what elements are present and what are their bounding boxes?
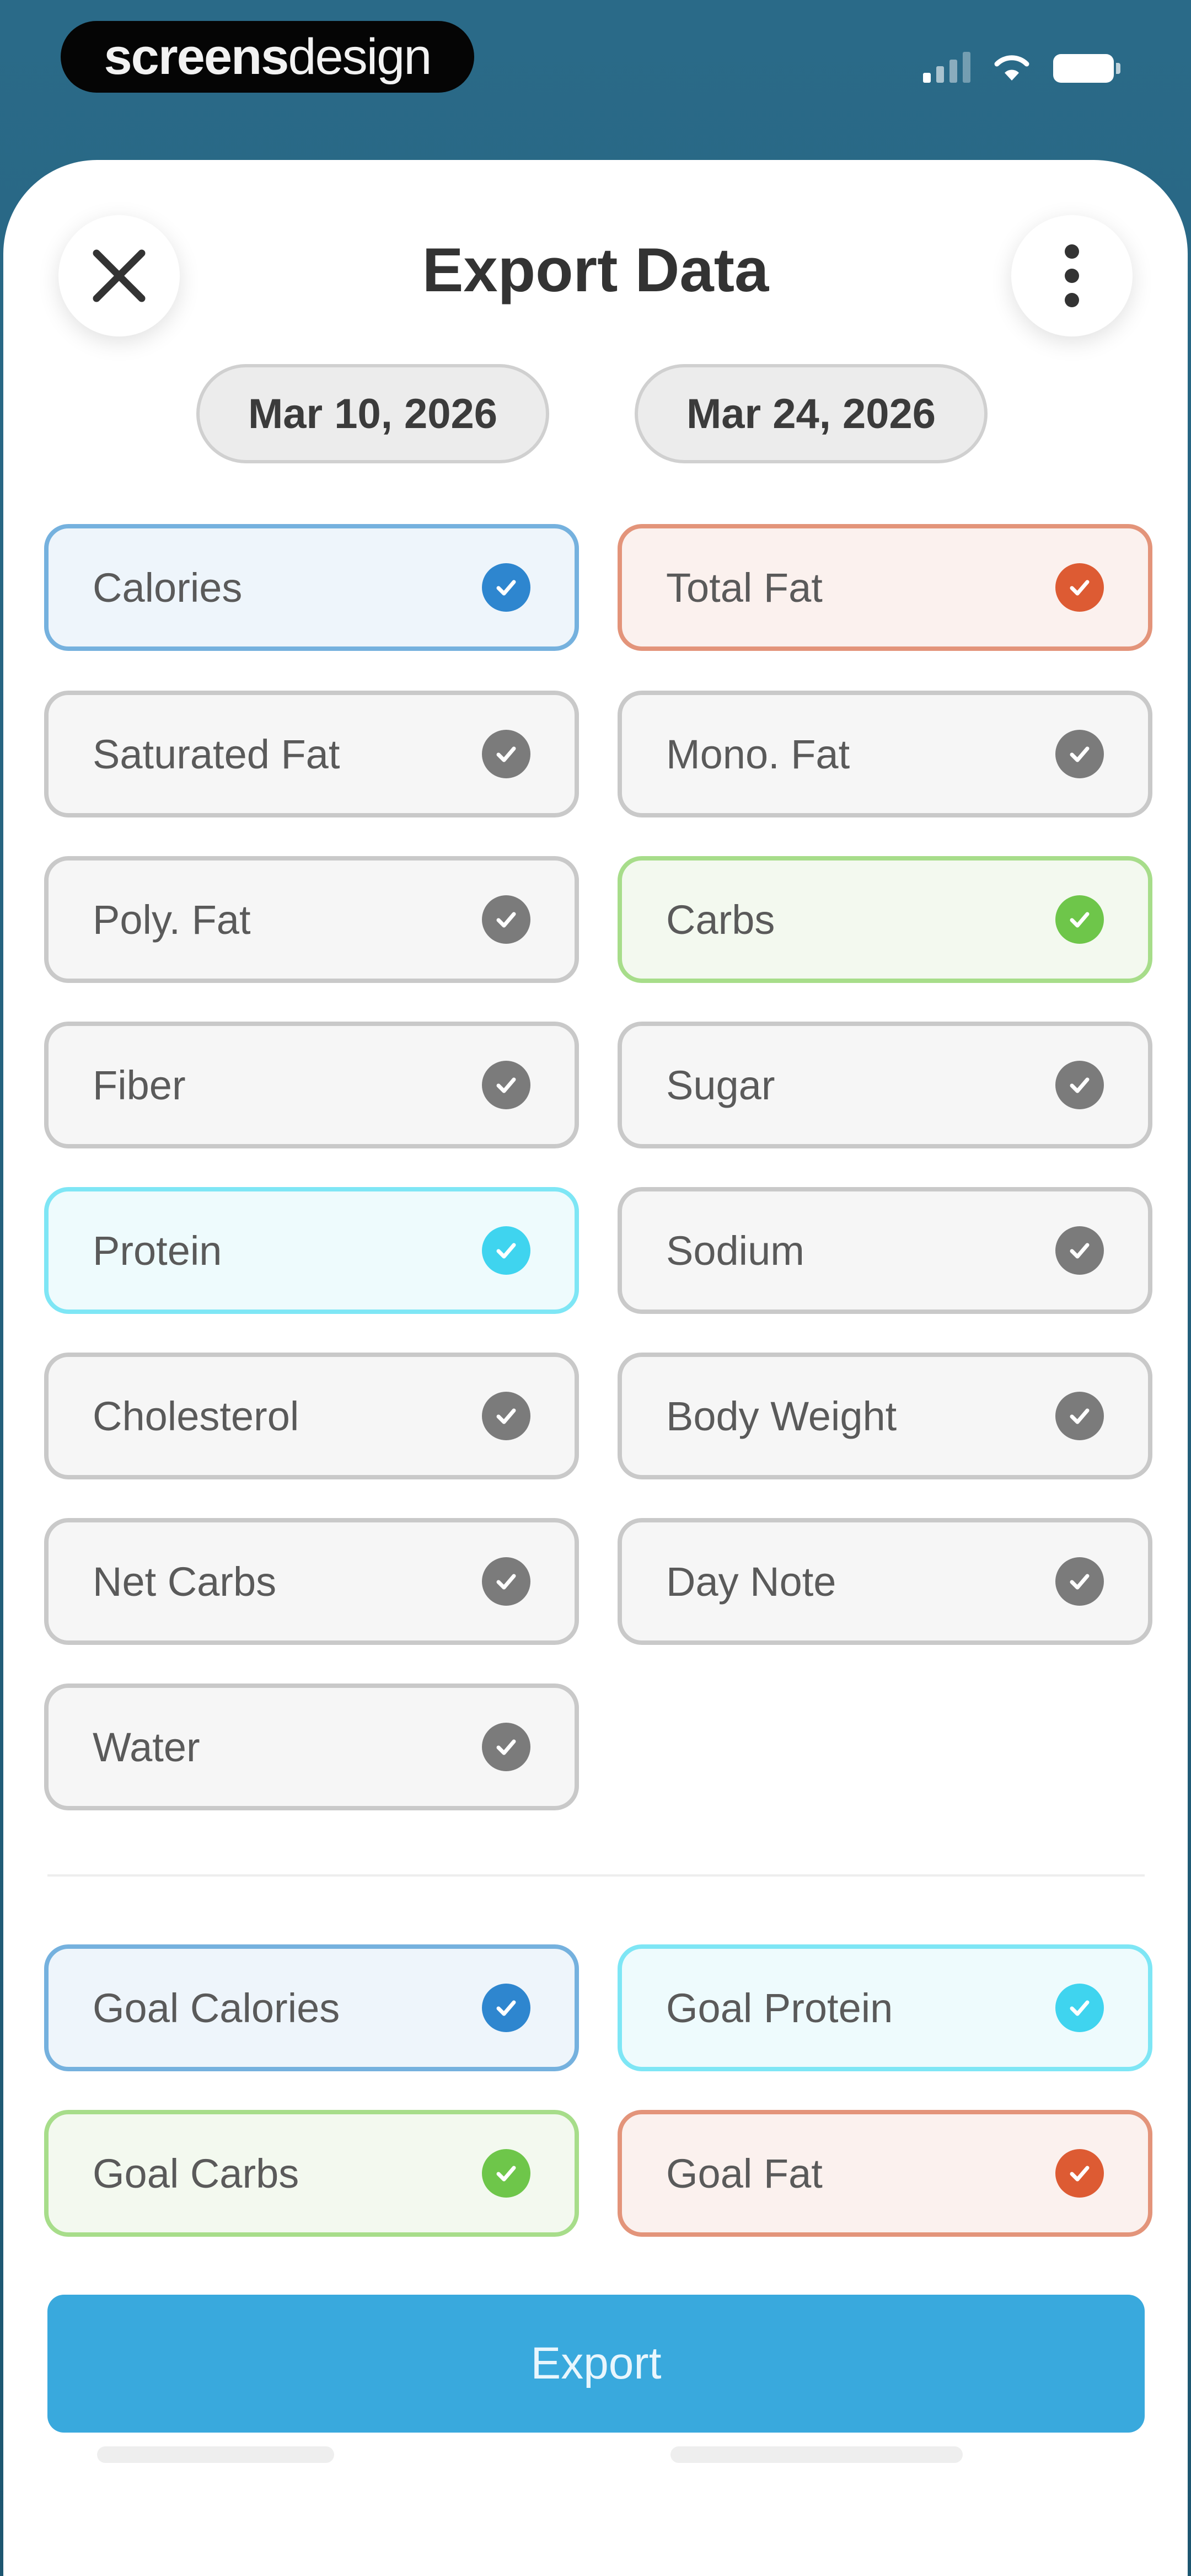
checkmark-icon (1055, 895, 1104, 944)
metric-label: Day Note (666, 1558, 836, 1605)
metric-label: Sodium (666, 1227, 804, 1274)
metric-label: Cholesterol (93, 1393, 299, 1439)
metric-toggle-body-weight[interactable]: Body Weight (618, 1353, 1152, 1479)
metric-label: Total Fat (666, 564, 823, 611)
export-sheet: Export Data Mar 10, 2026 Mar 24, 2026 Ca… (3, 160, 1188, 2576)
scroll-overflow-hint (3, 2435, 1188, 2479)
checkmark-icon (482, 1557, 530, 1606)
checkmark-icon (1055, 1061, 1104, 1109)
metric-label: Saturated Fat (93, 731, 340, 777)
metric-label: Poly. Fat (93, 896, 251, 943)
metric-toggle-protein[interactable]: Protein (44, 1187, 579, 1314)
checkmark-icon (1055, 563, 1104, 612)
goal-toggle-protein[interactable]: Goal Protein (618, 1944, 1152, 2071)
metric-toggle-saturated-fat[interactable]: Saturated Fat (44, 691, 579, 817)
metric-toggle-water[interactable]: Water (44, 1684, 579, 1810)
checkmark-icon (482, 1392, 530, 1440)
metric-toggle-total-fat[interactable]: Total Fat (618, 524, 1152, 651)
metric-label: Sugar (666, 1062, 775, 1108)
goal-label: Goal Calories (93, 1985, 340, 2031)
checkmark-icon (1055, 730, 1104, 778)
checkmark-icon (482, 1226, 530, 1275)
end-date-picker[interactable]: Mar 24, 2026 (635, 364, 988, 463)
checkmark-icon (482, 730, 530, 778)
status-bar: screens design (0, 0, 1191, 143)
more-options-button[interactable] (1011, 215, 1133, 336)
checkmark-icon (482, 563, 530, 612)
metric-toggle-net-carbs[interactable]: Net Carbs (44, 1518, 579, 1645)
export-button[interactable]: Export (47, 2295, 1145, 2433)
goal-label: Goal Carbs (93, 2150, 299, 2196)
metric-toggle-carbs[interactable]: Carbs (618, 856, 1152, 983)
checkmark-icon (482, 1984, 530, 2032)
status-icons (923, 51, 1120, 83)
checkmark-icon (482, 1723, 530, 1771)
metric-label: Fiber (93, 1062, 186, 1108)
checkmark-icon (482, 895, 530, 944)
metric-toggle-poly-fat[interactable]: Poly. Fat (44, 856, 579, 983)
metric-label: Water (93, 1724, 200, 1770)
metric-label: Carbs (666, 896, 775, 943)
metric-toggle-cholesterol[interactable]: Cholesterol (44, 1353, 579, 1479)
checkmark-icon (1055, 2149, 1104, 2198)
start-date-picker[interactable]: Mar 10, 2026 (196, 364, 549, 463)
metric-toggle-mono-fat[interactable]: Mono. Fat (618, 691, 1152, 817)
goal-label: Goal Fat (666, 2150, 823, 2196)
watermark-bold: screens (104, 28, 289, 85)
metric-toggle-fiber[interactable]: Fiber (44, 1022, 579, 1148)
checkmark-icon (1055, 1557, 1104, 1606)
checkmark-icon (482, 1061, 530, 1109)
battery-icon (1053, 54, 1120, 83)
metric-toggle-sugar[interactable]: Sugar (618, 1022, 1152, 1148)
metric-label: Mono. Fat (666, 731, 850, 777)
metric-label: Body Weight (666, 1393, 897, 1439)
metric-toggle-day-note[interactable]: Day Note (618, 1518, 1152, 1645)
checkmark-icon (1055, 1984, 1104, 2032)
page-title: Export Data (422, 236, 769, 304)
sheet-header: Export Data (3, 160, 1188, 392)
section-divider (47, 1874, 1145, 1877)
watermark-badge: screens design (61, 21, 474, 93)
metric-toggle-sodium[interactable]: Sodium (618, 1187, 1152, 1314)
cellular-signal-icon (923, 51, 970, 83)
metric-label: Net Carbs (93, 1558, 277, 1605)
goal-toggle-calories[interactable]: Goal Calories (44, 1944, 579, 2071)
watermark-light: design (288, 28, 432, 85)
wifi-icon (994, 55, 1029, 81)
checkmark-icon (1055, 1392, 1104, 1440)
goal-toggle-fat[interactable]: Goal Fat (618, 2110, 1152, 2237)
checkmark-icon (482, 2149, 530, 2198)
more-vertical-icon (1065, 244, 1079, 307)
goal-toggle-carbs[interactable]: Goal Carbs (44, 2110, 579, 2237)
checkmark-icon (1055, 1226, 1104, 1275)
goal-label: Goal Protein (666, 1985, 893, 2031)
metric-toggle-calories[interactable]: Calories (44, 524, 579, 651)
metric-label: Calories (93, 564, 243, 611)
metric-label: Protein (93, 1227, 222, 1274)
